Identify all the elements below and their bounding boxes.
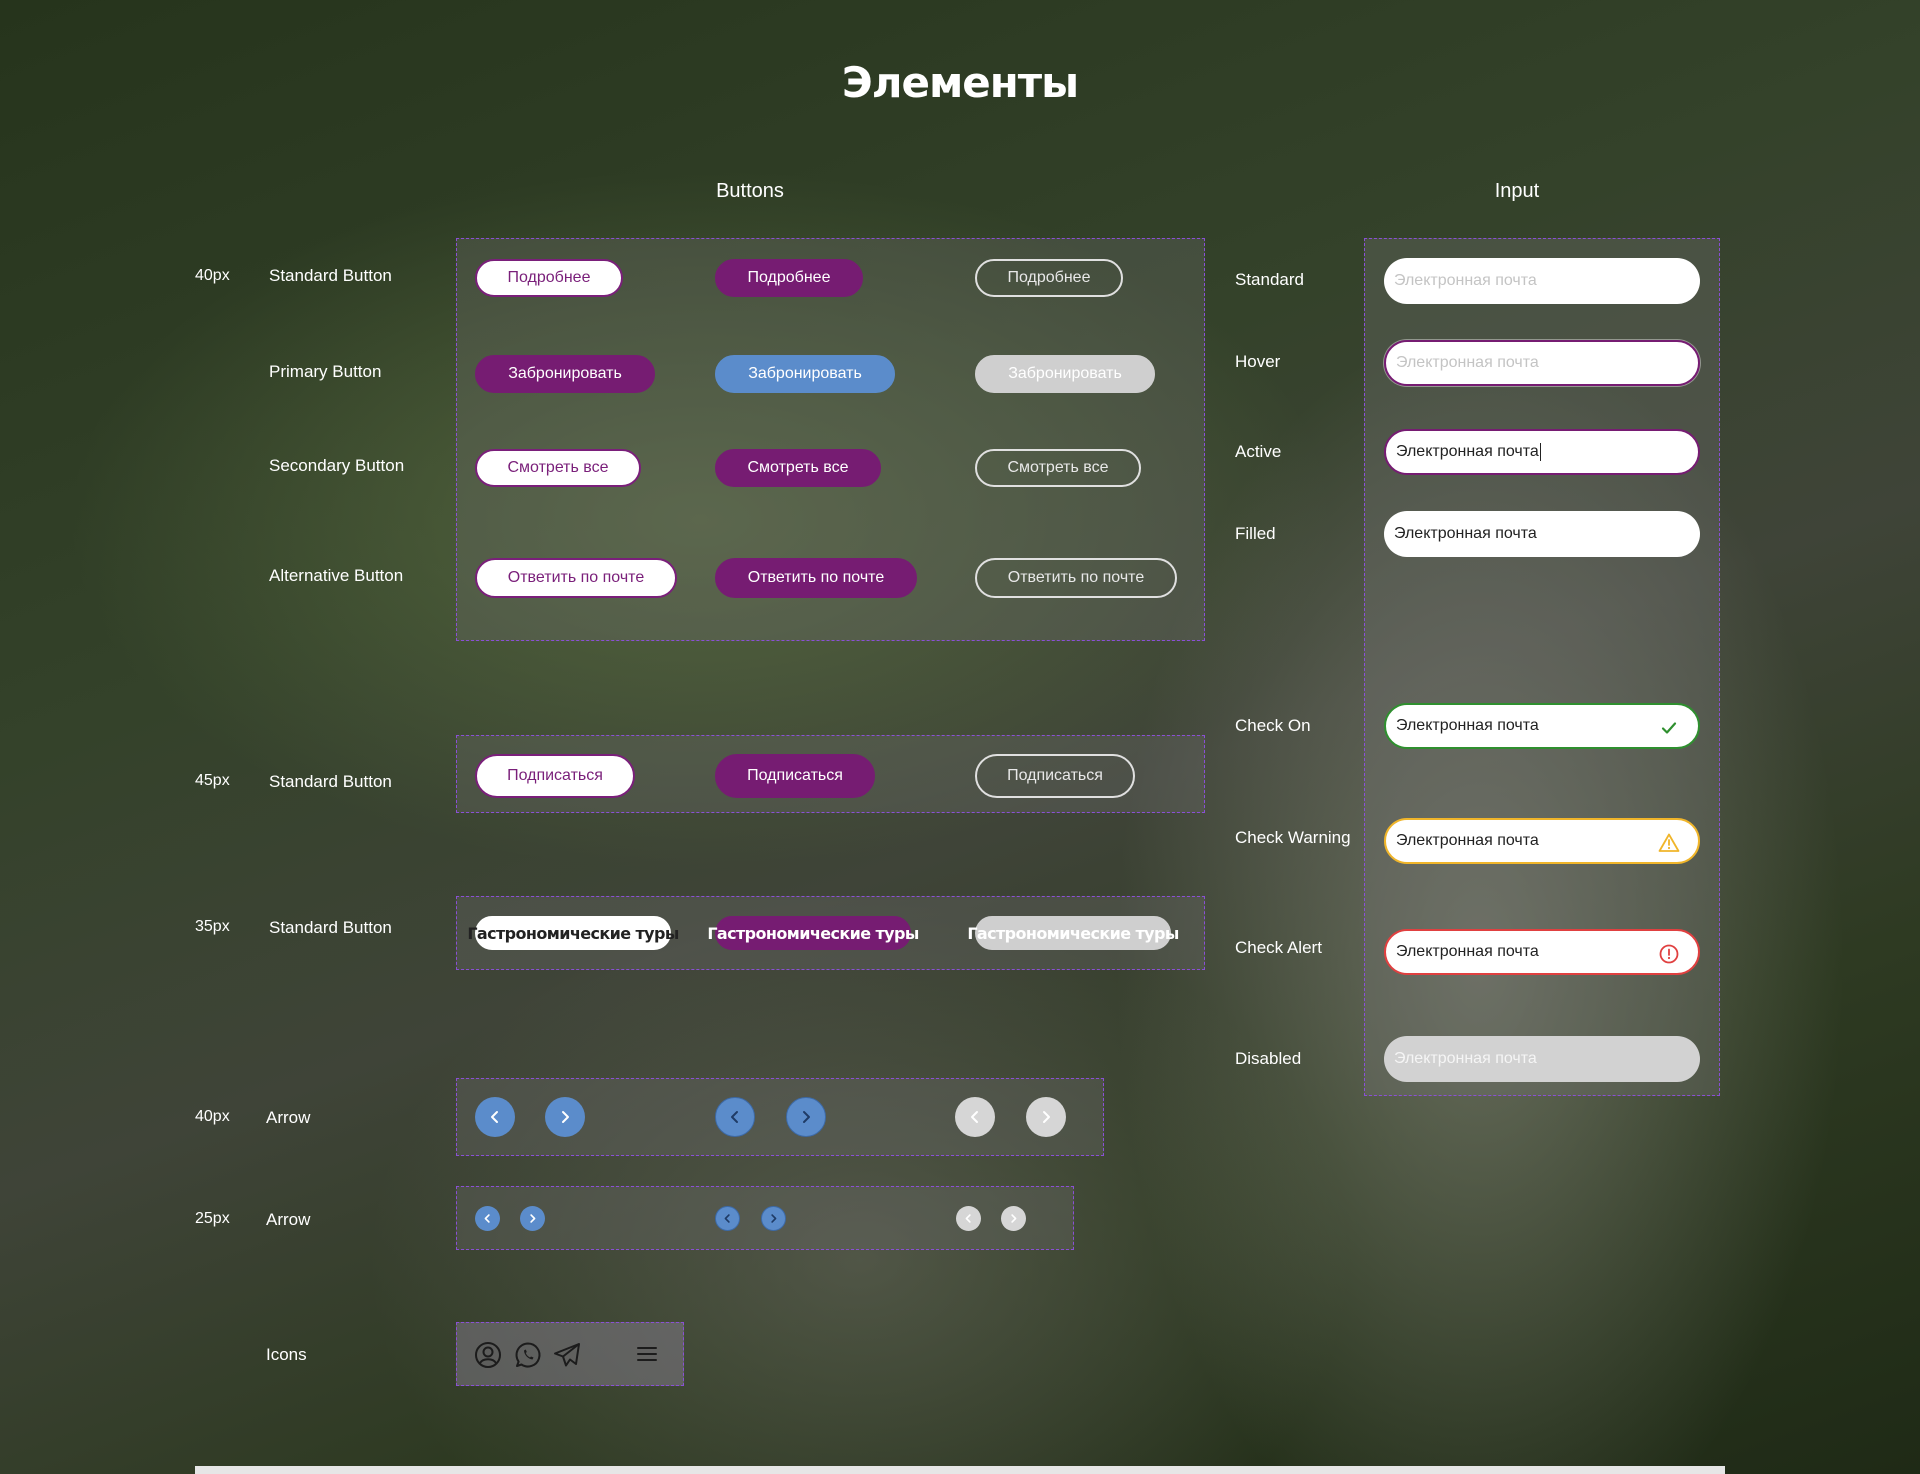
small-arrow-prev-button-hover[interactable] <box>715 1206 740 1231</box>
alternative-button-disabled[interactable]: Ответить по почте <box>975 558 1177 598</box>
small-arrow-prev-button-disabled[interactable] <box>956 1206 981 1231</box>
whatsapp-icon[interactable] <box>514 1341 542 1369</box>
alert-circle-icon <box>1659 944 1679 964</box>
small-arrow-next-button[interactable] <box>520 1206 545 1231</box>
primary-button-disabled[interactable]: Забронировать <box>975 355 1155 393</box>
size-label-40: 40px <box>195 267 230 284</box>
tag-button-active[interactable]: Гастрономические туры <box>707 916 919 950</box>
secondary-button-hover[interactable]: Смотреть все <box>715 449 881 487</box>
chevron-right-icon <box>803 1111 810 1123</box>
input-label-filled: Filled <box>1235 524 1276 543</box>
chevron-left-icon <box>484 1214 490 1223</box>
subscribe-button-hover[interactable]: Подписаться <box>715 754 875 798</box>
secondary-button-default[interactable]: Смотреть все <box>475 449 641 487</box>
email-input-hover[interactable]: Электронная почта <box>1384 340 1700 386</box>
email-input-active[interactable]: Электронная почта <box>1384 429 1700 475</box>
tag-button-default[interactable]: Гастрономические туры <box>467 916 679 950</box>
primary-button-default[interactable]: Забронировать <box>475 355 655 393</box>
size-label-35: 35px <box>195 918 230 935</box>
row-label-standard-45: Standard Button <box>269 772 392 791</box>
input-label-hover: Hover <box>1235 352 1281 371</box>
email-input-disabled: Электронная почта <box>1384 1036 1700 1082</box>
alternative-button-hover[interactable]: Ответить по почте <box>715 558 917 598</box>
email-value: Электронная почта <box>1396 832 1539 849</box>
email-input-check-warning[interactable]: Электронная почта <box>1384 818 1700 864</box>
subscribe-button-disabled[interactable]: Подписаться <box>975 754 1135 798</box>
chevron-right-icon <box>530 1214 536 1223</box>
chevron-right-icon <box>562 1111 569 1123</box>
standard-button-disabled[interactable]: Подробнее <box>975 259 1123 297</box>
email-input-check-on[interactable]: Электронная почта <box>1384 703 1700 749</box>
check-icon <box>1661 722 1677 734</box>
small-arrow-next-button-disabled[interactable] <box>1001 1206 1026 1231</box>
input-label-disabled: Disabled <box>1235 1049 1302 1068</box>
email-input-check-alert[interactable]: Электронная почта <box>1384 929 1700 975</box>
email-value: Электронная почта <box>1394 525 1537 542</box>
input-label-standard: Standard <box>1235 270 1304 289</box>
small-arrow-prev-button[interactable] <box>475 1206 500 1231</box>
arrow-prev-button-hover[interactable] <box>715 1097 755 1137</box>
input-label-check-warning: Check Warning <box>1235 828 1351 847</box>
row-label-standard-35: Standard Button <box>269 918 392 937</box>
input-label-check-alert: Check Alert <box>1235 938 1322 957</box>
arrow-next-button-hover[interactable] <box>786 1097 826 1137</box>
buttons-section-heading: Buttons <box>716 180 784 202</box>
input-section-heading: Input <box>1494 180 1540 202</box>
email-input-filled[interactable]: Электронная почта <box>1384 511 1700 557</box>
chevron-left-icon <box>731 1111 738 1123</box>
chevron-right-icon <box>1043 1111 1050 1123</box>
chevron-right-icon <box>1011 1214 1017 1223</box>
primary-button-hover[interactable]: Забронировать <box>715 355 895 393</box>
email-placeholder: Электронная почта <box>1394 1050 1537 1067</box>
menu-icon[interactable] <box>636 1344 658 1364</box>
chevron-left-icon <box>965 1214 971 1223</box>
email-input-standard[interactable]: Электронная почта <box>1384 258 1700 304</box>
alternative-button-default[interactable]: Ответить по почте <box>475 558 677 598</box>
telegram-icon[interactable] <box>552 1341 582 1369</box>
subscribe-button-default[interactable]: Подписаться <box>475 754 635 798</box>
secondary-button-disabled[interactable]: Смотреть все <box>975 449 1141 487</box>
size-label-45: 45px <box>195 772 230 789</box>
warning-icon <box>1658 833 1680 852</box>
chevron-left-icon <box>491 1111 498 1123</box>
chevron-left-icon <box>971 1111 978 1123</box>
email-placeholder: Электронная почта <box>1394 272 1537 289</box>
row-label-arrow-25: Arrow <box>266 1210 311 1229</box>
standard-button-default[interactable]: Подробнее <box>475 259 623 297</box>
email-value: Электронная почта <box>1396 717 1539 734</box>
standard-button-hover[interactable]: Подробнее <box>715 259 863 297</box>
email-value: Электронная почта <box>1396 443 1539 460</box>
size-label-arrow-40: 40px <box>195 1108 230 1125</box>
input-label-check-on: Check On <box>1235 716 1311 735</box>
row-label-standard: Standard Button <box>269 266 392 285</box>
user-circle-icon[interactable] <box>474 1341 502 1369</box>
row-label-icons: Icons <box>266 1345 307 1364</box>
arrow-prev-button[interactable] <box>475 1097 515 1137</box>
row-label-arrow-40: Arrow <box>266 1108 311 1127</box>
text-caret <box>1539 443 1541 461</box>
arrow-next-button[interactable] <box>545 1097 585 1137</box>
page-title: Элементы <box>841 58 1079 107</box>
tag-button-disabled[interactable]: Гастрономические туры <box>967 916 1179 950</box>
row-label-primary: Primary Button <box>269 362 382 381</box>
email-value: Электронная почта <box>1396 943 1539 960</box>
chevron-right-icon <box>771 1214 777 1223</box>
email-placeholder: Электронная почта <box>1396 354 1539 371</box>
arrow-next-button-disabled[interactable] <box>1026 1097 1066 1137</box>
bottom-divider <box>195 1466 1725 1474</box>
row-label-alternative: Alternative Button <box>269 566 404 585</box>
input-label-active: Active <box>1235 442 1282 461</box>
small-arrow-next-button-hover[interactable] <box>761 1206 786 1231</box>
row-label-secondary: Secondary Button <box>269 456 405 475</box>
arrow-prev-button-disabled[interactable] <box>955 1097 995 1137</box>
size-label-arrow-25: 25px <box>195 1210 230 1227</box>
chevron-left-icon <box>724 1214 730 1223</box>
